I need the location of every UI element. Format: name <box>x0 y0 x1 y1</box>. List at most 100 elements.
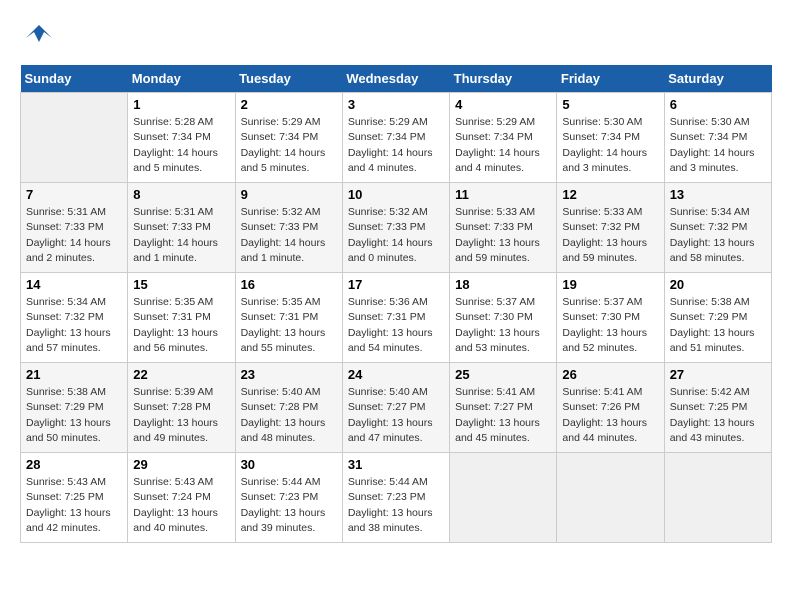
column-header-thursday: Thursday <box>450 65 557 93</box>
day-number: 14 <box>26 277 122 292</box>
calendar-week-5: 28Sunrise: 5:43 AMSunset: 7:25 PMDayligh… <box>21 453 772 543</box>
day-number: 22 <box>133 367 229 382</box>
calendar-cell: 2Sunrise: 5:29 AMSunset: 7:34 PMDaylight… <box>235 93 342 183</box>
day-info: Sunrise: 5:40 AMSunset: 7:28 PMDaylight:… <box>241 385 337 446</box>
calendar-cell: 21 Sunrise: 5:38 AMSunset: 7:29 PMDayligh… <box>21 363 128 453</box>
day-number: 6 <box>670 97 766 112</box>
calendar-cell: 14 Sunrise: 5:34 AMSunset: 7:32 PMDayligh… <box>21 273 128 363</box>
day-number: 21 <box>26 367 122 382</box>
day-info: Sunrise: 5:43 AMSunset: 7:25 PMDaylight:… <box>26 475 122 536</box>
calendar-cell: 18Sunrise: 5:37 AMSunset: 7:30 PMDayligh… <box>450 273 557 363</box>
day-info: Sunrise: 5:34 AMSunset: 7:32 PMDaylight:… <box>26 295 122 356</box>
day-info: Sunrise: 5:43 AMSunset: 7:24 PMDaylight:… <box>133 475 229 536</box>
day-number: 4 <box>455 97 551 112</box>
day-number: 13 <box>670 187 766 202</box>
day-number: 26 <box>562 367 658 382</box>
calendar-cell: 9Sunrise: 5:32 AMSunset: 7:33 PMDaylight… <box>235 183 342 273</box>
calendar-cell: 22 Sunrise: 5:39 AMSunset: 7:28 PMDayligh… <box>128 363 235 453</box>
logo-bird-icon <box>24 20 54 50</box>
day-number: 16 <box>241 277 337 292</box>
day-info: Sunrise: 5:32 AMSunset: 7:33 PMDaylight:… <box>241 205 337 266</box>
day-info: Sunrise: 5:29 AMSunset: 7:34 PMDaylight:… <box>348 115 444 176</box>
page-header <box>20 20 772 55</box>
day-info: Sunrise: 5:38 AMSunset: 7:29 PMDaylight:… <box>26 385 122 446</box>
column-header-wednesday: Wednesday <box>342 65 449 93</box>
day-number: 31 <box>348 457 444 472</box>
calendar-cell <box>450 453 557 543</box>
day-number: 30 <box>241 457 337 472</box>
day-number: 11 <box>455 187 551 202</box>
page-container: SundayMondayTuesdayWednesdayThursdayFrid… <box>20 20 772 543</box>
calendar-cell: 4 Sunrise: 5:29 AMSunset: 7:34 PMDaylight… <box>450 93 557 183</box>
day-info: Sunrise: 5:41 AMSunset: 7:26 PMDaylight:… <box>562 385 658 446</box>
day-number: 29 <box>133 457 229 472</box>
logo-text <box>20 20 54 55</box>
day-number: 23 <box>241 367 337 382</box>
calendar-cell: 25Sunrise: 5:41 AMSunset: 7:27 PMDayligh… <box>450 363 557 453</box>
calendar-cell: 24Sunrise: 5:40 AMSunset: 7:27 PMDayligh… <box>342 363 449 453</box>
day-info: Sunrise: 5:30 AMSunset: 7:34 PMDaylight:… <box>670 115 766 176</box>
calendar-week-3: 14 Sunrise: 5:34 AMSunset: 7:32 PMDayligh… <box>21 273 772 363</box>
calendar-cell: 12Sunrise: 5:33 AMSunset: 7:32 PMDayligh… <box>557 183 664 273</box>
calendar-cell: 3 Sunrise: 5:29 AMSunset: 7:34 PMDaylight… <box>342 93 449 183</box>
day-info: Sunrise: 5:37 AMSunset: 7:30 PMDaylight:… <box>562 295 658 356</box>
day-info: Sunrise: 5:35 AMSunset: 7:31 PMDaylight:… <box>133 295 229 356</box>
day-info: Sunrise: 5:32 AMSunset: 7:33 PMDaylight:… <box>348 205 444 266</box>
calendar-cell: 10 Sunrise: 5:32 AMSunset: 7:33 PMDayligh… <box>342 183 449 273</box>
day-info: Sunrise: 5:39 AMSunset: 7:28 PMDaylight:… <box>133 385 229 446</box>
day-number: 10 <box>348 187 444 202</box>
column-header-sunday: Sunday <box>21 65 128 93</box>
calendar-cell: 30 Sunrise: 5:44 AMSunset: 7:23 PMDayligh… <box>235 453 342 543</box>
day-info: Sunrise: 5:30 AMSunset: 7:34 PMDaylight:… <box>562 115 658 176</box>
calendar-cell: 7 Sunrise: 5:31 AMSunset: 7:33 PMDaylight… <box>21 183 128 273</box>
day-number: 5 <box>562 97 658 112</box>
calendar-table: SundayMondayTuesdayWednesdayThursdayFrid… <box>20 65 772 543</box>
calendar-cell: 15Sunrise: 5:35 AMSunset: 7:31 PMDayligh… <box>128 273 235 363</box>
calendar-cell: 17 Sunrise: 5:36 AMSunset: 7:31 PMDayligh… <box>342 273 449 363</box>
calendar-cell: 16 Sunrise: 5:35 AMSunset: 7:31 PMDayligh… <box>235 273 342 363</box>
calendar-cell <box>664 453 771 543</box>
calendar-week-1: 1 Sunrise: 5:28 AMSunset: 7:34 PMDaylight… <box>21 93 772 183</box>
calendar-cell: 19Sunrise: 5:37 AMSunset: 7:30 PMDayligh… <box>557 273 664 363</box>
day-info: Sunrise: 5:35 AMSunset: 7:31 PMDaylight:… <box>241 295 337 356</box>
day-number: 1 <box>133 97 229 112</box>
calendar-cell: 11 Sunrise: 5:33 AMSunset: 7:33 PMDayligh… <box>450 183 557 273</box>
logo <box>20 20 54 55</box>
day-info: Sunrise: 5:29 AMSunset: 7:34 PMDaylight:… <box>241 115 337 176</box>
day-number: 27 <box>670 367 766 382</box>
day-number: 8 <box>133 187 229 202</box>
day-number: 17 <box>348 277 444 292</box>
calendar-cell: 13 Sunrise: 5:34 AMSunset: 7:32 PMDayligh… <box>664 183 771 273</box>
day-info: Sunrise: 5:42 AMSunset: 7:25 PMDaylight:… <box>670 385 766 446</box>
calendar-cell: 20 Sunrise: 5:38 AMSunset: 7:29 PMDayligh… <box>664 273 771 363</box>
day-info: Sunrise: 5:44 AMSunset: 7:23 PMDaylight:… <box>241 475 337 536</box>
calendar-cell: 23 Sunrise: 5:40 AMSunset: 7:28 PMDayligh… <box>235 363 342 453</box>
day-info: Sunrise: 5:28 AMSunset: 7:34 PMDaylight:… <box>133 115 229 176</box>
day-number: 25 <box>455 367 551 382</box>
column-header-tuesday: Tuesday <box>235 65 342 93</box>
calendar-cell: 28Sunrise: 5:43 AMSunset: 7:25 PMDayligh… <box>21 453 128 543</box>
day-info: Sunrise: 5:36 AMSunset: 7:31 PMDaylight:… <box>348 295 444 356</box>
column-header-friday: Friday <box>557 65 664 93</box>
day-info: Sunrise: 5:34 AMSunset: 7:32 PMDaylight:… <box>670 205 766 266</box>
calendar-cell: 31Sunrise: 5:44 AMSunset: 7:23 PMDayligh… <box>342 453 449 543</box>
day-number: 3 <box>348 97 444 112</box>
day-number: 12 <box>562 187 658 202</box>
calendar-header-row: SundayMondayTuesdayWednesdayThursdayFrid… <box>21 65 772 93</box>
calendar-cell: 29 Sunrise: 5:43 AMSunset: 7:24 PMDayligh… <box>128 453 235 543</box>
calendar-cell: 1 Sunrise: 5:28 AMSunset: 7:34 PMDaylight… <box>128 93 235 183</box>
calendar-cell: 6 Sunrise: 5:30 AMSunset: 7:34 PMDaylight… <box>664 93 771 183</box>
day-number: 20 <box>670 277 766 292</box>
calendar-week-2: 7 Sunrise: 5:31 AMSunset: 7:33 PMDaylight… <box>21 183 772 273</box>
day-info: Sunrise: 5:40 AMSunset: 7:27 PMDaylight:… <box>348 385 444 446</box>
column-header-saturday: Saturday <box>664 65 771 93</box>
day-number: 7 <box>26 187 122 202</box>
day-info: Sunrise: 5:29 AMSunset: 7:34 PMDaylight:… <box>455 115 551 176</box>
calendar-cell: 26 Sunrise: 5:41 AMSunset: 7:26 PMDayligh… <box>557 363 664 453</box>
day-info: Sunrise: 5:33 AMSunset: 7:33 PMDaylight:… <box>455 205 551 266</box>
calendar-cell: 5 Sunrise: 5:30 AMSunset: 7:34 PMDaylight… <box>557 93 664 183</box>
day-info: Sunrise: 5:31 AMSunset: 7:33 PMDaylight:… <box>26 205 122 266</box>
day-info: Sunrise: 5:38 AMSunset: 7:29 PMDaylight:… <box>670 295 766 356</box>
calendar-cell: 27 Sunrise: 5:42 AMSunset: 7:25 PMDayligh… <box>664 363 771 453</box>
column-header-monday: Monday <box>128 65 235 93</box>
